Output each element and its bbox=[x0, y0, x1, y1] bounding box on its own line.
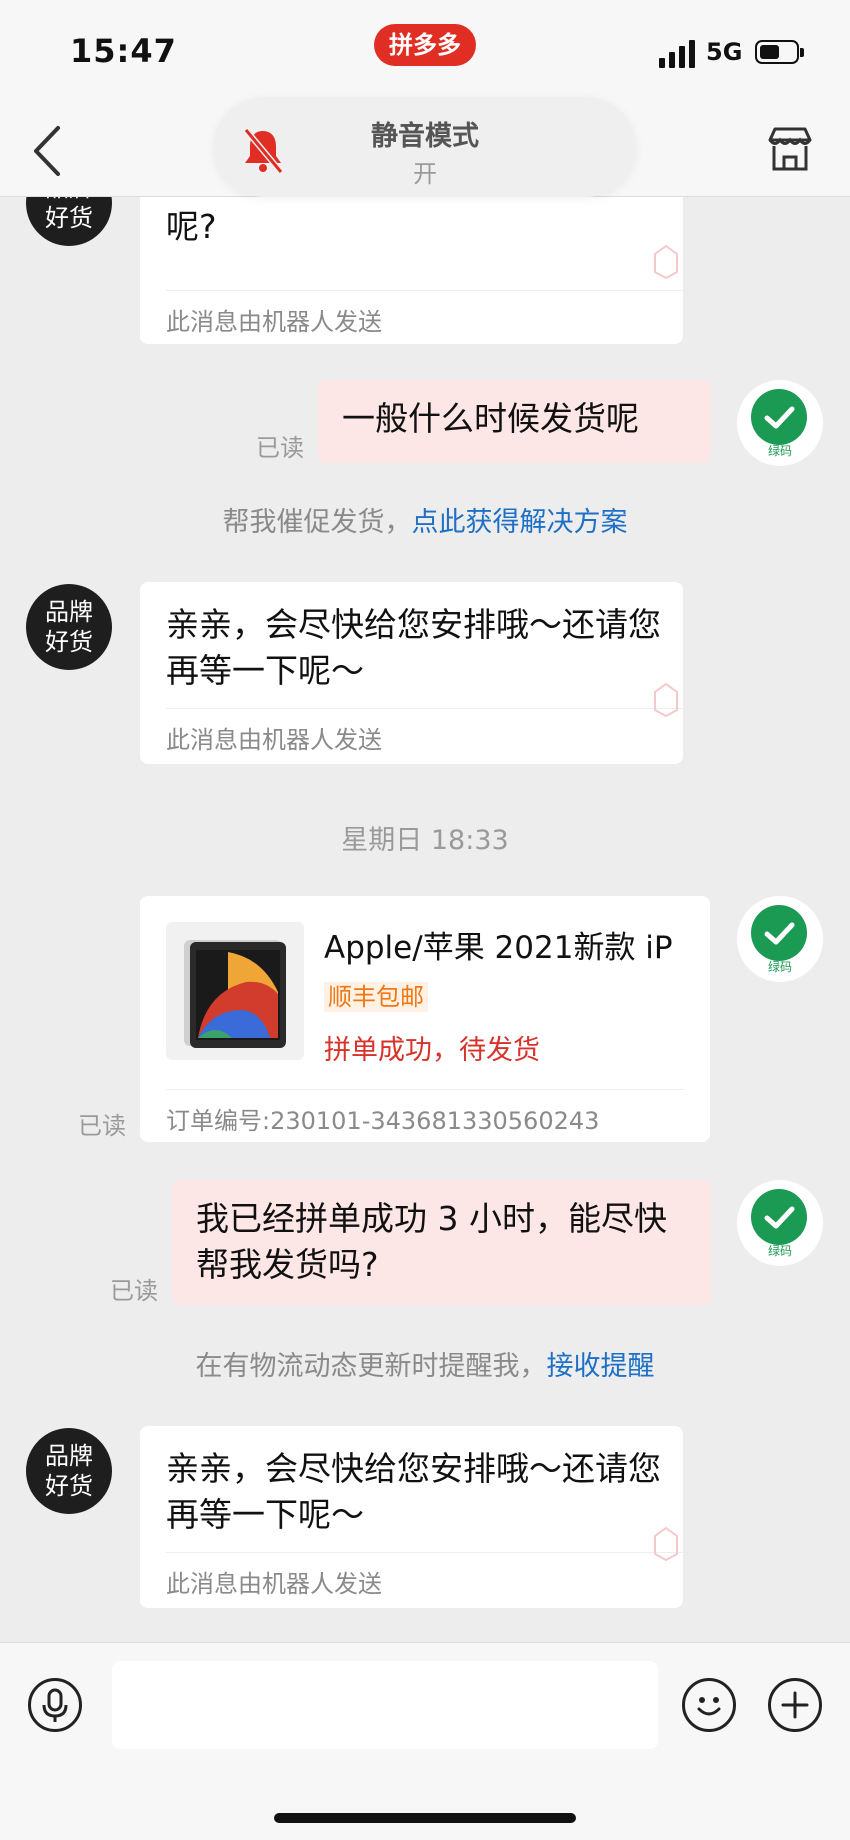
message-text: 一般什么时候发货呢 bbox=[342, 399, 639, 438]
my-message-bubble[interactable]: 一般什么时候发货呢 bbox=[318, 380, 711, 463]
battery-icon bbox=[755, 40, 804, 64]
green-code-label: 绿码 bbox=[767, 960, 792, 974]
read-receipt: 已读 bbox=[78, 1112, 126, 1140]
watermark-icon bbox=[654, 682, 678, 718]
tablet-image bbox=[184, 940, 286, 1048]
receive-reminder-link[interactable]: 接收提醒 bbox=[547, 1351, 655, 1382]
check-icon bbox=[764, 1206, 795, 1229]
message-text: 亲亲，会尽快给您安排哦～还请您再等一下呢～ bbox=[166, 1449, 661, 1534]
app-badge: 拼多多 bbox=[374, 24, 476, 66]
solution-link[interactable]: 点此获得解决方案 bbox=[412, 507, 628, 538]
muted-bell-icon bbox=[243, 128, 284, 174]
watermark-icon bbox=[654, 1526, 678, 1562]
watermark-icon bbox=[654, 244, 678, 280]
status-time: 15:47 bbox=[70, 32, 177, 70]
message-input[interactable] bbox=[112, 1661, 658, 1749]
shipping-tag: 顺丰包邮 bbox=[324, 982, 428, 1012]
check-icon bbox=[764, 922, 795, 945]
message-bubble[interactable]: 亲，请问您的订单遇到什么问题了呢? 此消息由机器人发送 bbox=[140, 196, 683, 344]
robot-footnote: 此消息由机器人发送 bbox=[166, 1570, 382, 1598]
logistics-reminder-tip: 在有物流动态更新时提醒我，接收提醒 bbox=[0, 1344, 850, 1383]
home-indicator bbox=[274, 1813, 576, 1823]
message-text: 亲，请问您的订单遇到什么问题了呢? bbox=[166, 196, 661, 246]
network-type: 5G bbox=[706, 38, 743, 66]
chat-timestamp: 星期日 18:33 bbox=[341, 825, 509, 856]
product-title: Apple/苹果 2021新款 iP bbox=[324, 930, 673, 966]
check-icon bbox=[764, 406, 795, 429]
shop-avatar[interactable]: 品牌 好货 bbox=[26, 1428, 112, 1514]
mute-mode-state: 开 bbox=[413, 160, 437, 188]
mute-mode-title: 静音模式 bbox=[371, 121, 479, 152]
emoji-button[interactable] bbox=[682, 1678, 736, 1732]
signal-icon bbox=[659, 40, 697, 68]
shop-avatar[interactable]: 品牌 好货 bbox=[26, 584, 112, 670]
input-bar bbox=[0, 1642, 850, 1840]
shop-avatar[interactable]: 品牌 好货 bbox=[26, 196, 112, 246]
back-arrow-icon[interactable] bbox=[28, 124, 72, 178]
green-code-label: 绿码 bbox=[767, 1244, 792, 1258]
message-bubble[interactable]: 亲亲，会尽快给您安排哦～还请您再等一下呢～ 此消息由机器人发送 bbox=[140, 582, 683, 764]
robot-footnote: 此消息由机器人发送 bbox=[166, 726, 382, 754]
emoji-icon bbox=[697, 1697, 721, 1716]
tip-text: 帮我催促发货， bbox=[222, 507, 412, 538]
avatar-text: 品牌 好货 bbox=[45, 196, 93, 232]
message-text: 亲亲，会尽快给您安排哦～还请您再等一下呢～ bbox=[166, 605, 661, 690]
green-code-label: 绿码 bbox=[767, 444, 792, 458]
plus-icon bbox=[781, 1691, 809, 1719]
message-bubble[interactable]: 亲亲，会尽快给您安排哦～还请您再等一下呢～ 此消息由机器人发送 bbox=[140, 1426, 683, 1608]
robot-footnote: 此消息由机器人发送 bbox=[166, 308, 382, 336]
avatar-text: 品牌 好货 bbox=[45, 1442, 93, 1500]
message-text: 我已经拼单成功 3 小时，能尽快帮我发货吗? bbox=[196, 1199, 667, 1284]
my-message-bubble[interactable]: 我已经拼单成功 3 小时，能尽快帮我发货吗? bbox=[172, 1180, 711, 1305]
tip-text: 在有物流动态更新时提醒我， bbox=[195, 1351, 547, 1382]
shop-icon[interactable] bbox=[766, 126, 814, 172]
order-number: 订单编号:230101-343681330560243 bbox=[166, 1107, 600, 1135]
order-card[interactable]: Apple/苹果 2021新款 iP 顺丰包邮 拼单成功，待发货 订单编号:23… bbox=[140, 896, 710, 1142]
green-code-avatar[interactable]: 绿码 bbox=[737, 380, 823, 466]
green-code-avatar[interactable]: 绿码 bbox=[737, 1180, 823, 1266]
product-thumbnail bbox=[166, 922, 304, 1060]
avatar-text: 品牌 好货 bbox=[45, 598, 93, 656]
more-button[interactable] bbox=[768, 1678, 822, 1732]
read-receipt: 已读 bbox=[256, 434, 304, 462]
read-receipt: 已读 bbox=[110, 1277, 158, 1305]
chat-area[interactable]: 品牌 好货 亲，请问您的订单遇到什么问题了呢? 此消息由机器人发送 已读 一般什… bbox=[0, 196, 850, 1642]
voice-button[interactable] bbox=[28, 1678, 82, 1732]
order-status: 拼单成功，待发货 bbox=[324, 1035, 540, 1066]
microphone-icon bbox=[42, 1688, 68, 1722]
top-bar: 15:47 拼多多 5G 静音模式 开 bbox=[0, 0, 850, 197]
green-code-avatar[interactable]: 绿码 bbox=[737, 896, 823, 982]
urge-shipping-tip: 帮我催促发货，点此获得解决方案 bbox=[0, 500, 850, 539]
